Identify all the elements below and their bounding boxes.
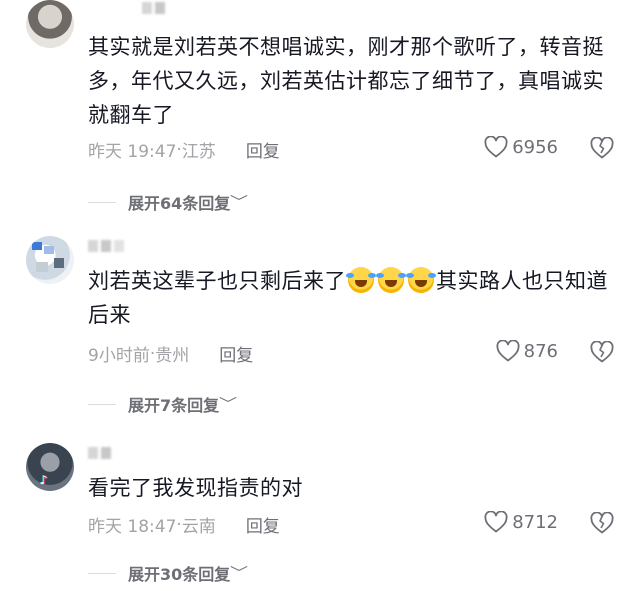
comment-location: 贵州 [155, 346, 190, 366]
comment-text-part: 刘若英这辈子也只剩后来了 [88, 269, 346, 293]
broken-heart-icon [590, 512, 614, 534]
heart-outline-icon [484, 136, 508, 158]
comment-time: 9小时前 [88, 346, 150, 366]
like-count: 6956 [512, 136, 558, 158]
avatar[interactable] [26, 0, 74, 48]
dislike-button[interactable] [590, 137, 614, 159]
divider [88, 572, 116, 574]
like-button[interactable]: 6956 [484, 136, 558, 158]
username-blurred[interactable] [88, 447, 111, 459]
username-blurred[interactable] [142, 2, 165, 14]
like-count: 876 [523, 340, 558, 362]
comment-meta: 昨天 19:47 · 江苏 回复 [88, 137, 280, 163]
comment-text: 看完了我发现指责的对 [88, 476, 303, 500]
comment-time: 昨天 18:47 [88, 517, 177, 537]
chevron-down-icon: ﹀ [219, 397, 238, 413]
expand-label: 展开64条回复 [128, 194, 231, 213]
reply-button[interactable]: 回复 [246, 137, 280, 162]
comment-location: 江苏 [181, 142, 216, 162]
expand-replies-button[interactable]: 展开30条回复 ﹀ [88, 561, 249, 585]
dislike-button[interactable] [590, 341, 614, 363]
divider [88, 403, 116, 405]
reply-button[interactable]: 回复 [246, 512, 280, 537]
expand-replies-button[interactable]: 展开64条回复 ﹀ [88, 190, 249, 214]
like-button[interactable]: 8712 [484, 511, 558, 533]
comment-location: 云南 [181, 517, 216, 537]
broken-heart-icon [590, 341, 614, 363]
expand-replies-button[interactable]: 展开7条回复 ﹀ [88, 392, 238, 416]
tiktok-logo-icon: ♪ [40, 473, 48, 487]
dislike-button[interactable] [590, 512, 614, 534]
laughing-crying-emoji-icon [376, 267, 406, 293]
comment-meta: 9小时前 · 贵州 回复 [88, 341, 253, 367]
divider [88, 201, 116, 203]
comment-text: 其实就是刘若英不想唱诚实，刚才那个歌听了，转音挺多，年代又久远，刘若英估计都忘了… [88, 35, 604, 127]
avatar[interactable] [26, 236, 74, 284]
expand-label: 展开7条回复 [128, 396, 220, 415]
username-blurred[interactable] [88, 240, 124, 252]
expand-label: 展开30条回复 [128, 565, 231, 584]
heart-outline-icon [496, 340, 520, 362]
comment-text: 刘若英这辈子也只剩后来了 其实路人也只知道后来 [88, 264, 618, 332]
laughing-crying-emoji-icon [346, 267, 376, 293]
comment-meta: 昨天 18:47 · 云南 回复 [88, 512, 280, 538]
laughing-crying-emoji-icon [406, 267, 436, 293]
like-count: 8712 [512, 511, 558, 533]
comment-time: 昨天 19:47 [88, 142, 177, 162]
heart-outline-icon [484, 511, 508, 533]
reply-button[interactable]: 回复 [219, 341, 253, 366]
like-button[interactable]: 876 [496, 340, 558, 362]
broken-heart-icon [590, 137, 614, 159]
chevron-down-icon: ﹀ [230, 195, 249, 211]
chevron-down-icon: ﹀ [230, 566, 249, 582]
